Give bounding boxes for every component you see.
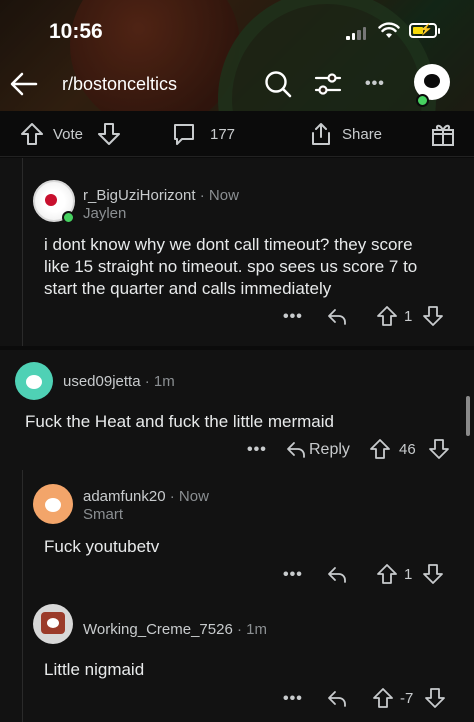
upvote-icon[interactable] (372, 687, 394, 709)
vote-count: 1 (404, 308, 413, 325)
wifi-icon (378, 22, 400, 38)
comment-time: 1m (153, 373, 175, 390)
vote-label: Vote (53, 126, 84, 143)
online-status-dot (416, 94, 429, 107)
comment-body: Fuck youtubetv (44, 537, 160, 556)
downvote-icon[interactable] (424, 687, 446, 709)
scrollbar[interactable] (466, 396, 470, 436)
back-arrow-icon[interactable] (8, 70, 40, 98)
reply-icon[interactable] (326, 563, 348, 585)
comment-r-biguzihorizont: r_BigUziHorizont · Now Jaylen i dont kno… (0, 158, 474, 346)
award-icon[interactable] (430, 121, 456, 147)
top-nav: r/bostonceltics ••• (0, 62, 474, 106)
vote-count: -7 (400, 690, 414, 707)
comment-time: 1m (246, 621, 267, 638)
status-time: 10:56 (49, 20, 103, 43)
user-avatar[interactable] (33, 604, 73, 644)
comment-time: Now (208, 187, 239, 204)
subreddit-name[interactable]: r/bostonceltics (62, 74, 177, 95)
comment-body: i dont know why we dont call timeout? th… (44, 235, 418, 298)
vote-count: 1 (404, 566, 413, 583)
comments-count: 177 (210, 126, 236, 143)
more-options-icon[interactable]: ••• (365, 75, 385, 93)
downvote-icon[interactable] (96, 121, 122, 147)
comment-username[interactable]: Working_Creme_7526 (83, 621, 233, 638)
user-flair: Smart (83, 506, 124, 523)
vote-count: 46 (399, 441, 416, 458)
downvote-icon[interactable] (422, 305, 444, 327)
comment-username[interactable]: r_BigUziHorizont (83, 187, 196, 204)
reply-icon[interactable] (285, 438, 307, 460)
downvote-icon[interactable] (428, 438, 450, 460)
cell-signal-icon (346, 26, 368, 40)
search-icon[interactable] (262, 68, 294, 100)
upvote-icon[interactable] (376, 305, 398, 327)
comment-username[interactable]: used09jetta (63, 373, 141, 390)
reply-icon[interactable] (326, 687, 348, 709)
post-action-bar: Vote 177 Share (0, 112, 474, 157)
share-icon[interactable] (308, 121, 334, 147)
comment-body: Fuck the Heat and fuck the little mermai… (25, 412, 334, 431)
more-options-icon[interactable]: ••• (283, 308, 303, 326)
status-bar: 10:56 ⚡ (0, 0, 474, 64)
comment-time: Now (178, 488, 209, 505)
comment-icon[interactable] (171, 121, 197, 147)
user-avatar[interactable] (15, 362, 53, 400)
reply-button[interactable]: Reply (309, 441, 350, 459)
reply-icon[interactable] (326, 305, 348, 327)
upvote-icon[interactable] (369, 438, 391, 460)
upvote-icon[interactable] (19, 121, 45, 147)
comment-username[interactable]: adamfunk20 (83, 488, 166, 505)
comment-body: Little nigmaid (44, 660, 145, 679)
more-options-icon[interactable]: ••• (283, 566, 303, 584)
battery-icon: ⚡ (409, 23, 440, 38)
online-status-dot (62, 211, 75, 224)
more-options-icon[interactable]: ••• (247, 441, 267, 459)
downvote-icon[interactable] (422, 563, 444, 585)
more-options-icon[interactable]: ••• (283, 690, 303, 708)
share-label[interactable]: Share (342, 126, 382, 143)
user-flair: Jaylen (83, 205, 127, 222)
upvote-icon[interactable] (376, 563, 398, 585)
user-avatar[interactable] (33, 484, 73, 524)
filter-sort-icon[interactable] (312, 68, 344, 100)
